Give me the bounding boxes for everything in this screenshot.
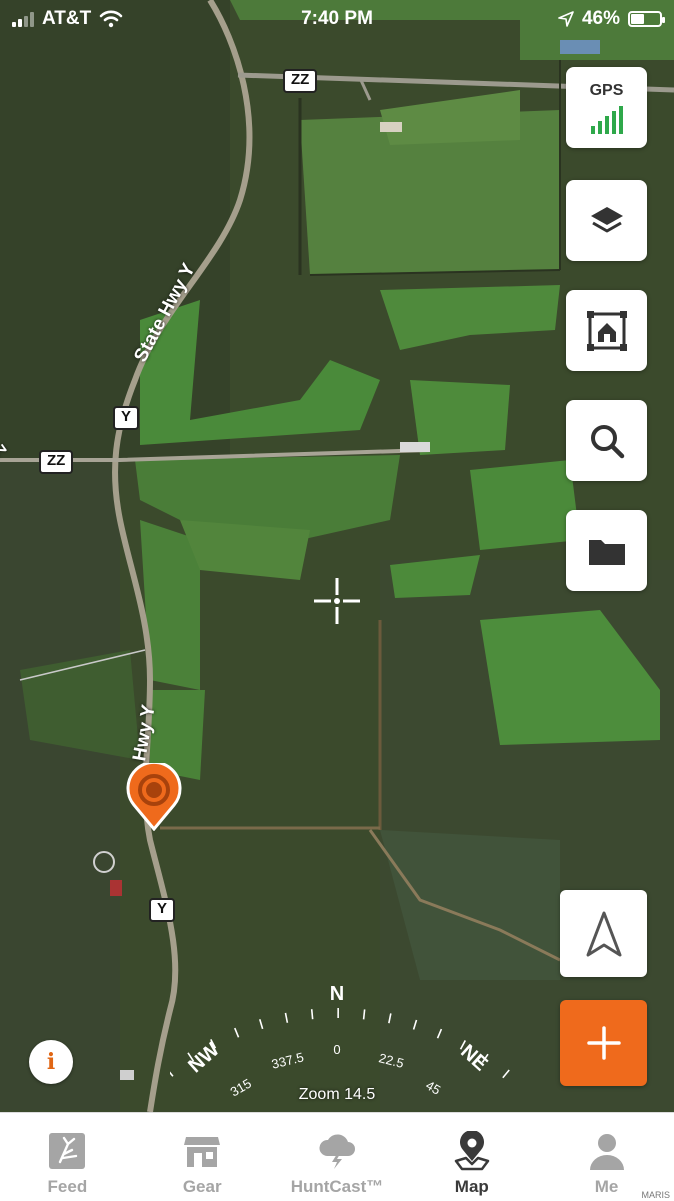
imagery-credit: MARIS [641,1190,670,1200]
status-bar: AT&T 7:40 PM 46% [0,0,674,38]
compass-tick [235,1028,239,1037]
road-shield-zz: ZZ [39,450,73,474]
tab-label: Feed [48,1177,88,1197]
search-button[interactable] [566,400,647,481]
layers-button[interactable] [566,180,647,261]
tab-bar: Feed Gear HuntCast™ [0,1112,674,1201]
compass-tick [438,1029,442,1038]
compass-nw: NW [184,1039,224,1078]
compass-degree-0: 0 [333,1042,340,1057]
property-boundary-icon [585,309,629,353]
gps-label: GPS [590,82,624,100]
battery-icon [628,11,662,27]
gps-signal-icon [591,104,623,134]
compass-degree-337: 337.5 [270,1049,305,1071]
tab-me[interactable]: Me [539,1113,674,1201]
tab-feed[interactable]: Feed [0,1113,135,1201]
compass-tick [285,1013,287,1023]
location-arrow-icon [558,11,574,27]
info-button[interactable]: i [29,1040,73,1084]
tab-map[interactable]: Map [404,1113,539,1201]
map-center-crosshair [314,578,360,624]
road-shield-zz: ZZ [283,69,317,93]
layers-icon [587,203,627,239]
compass-tick [260,1019,263,1029]
compass-tick [364,1009,365,1019]
navigation-arrow-icon [584,909,624,959]
road-shield-y: Y [149,898,175,922]
tab-label: Me [595,1177,619,1197]
tab-label: Map [455,1177,489,1197]
location-pin-icon[interactable] [126,763,182,831]
person-icon [588,1132,626,1170]
antler-icon [48,1132,86,1170]
compass-degree-22: 22.5 [377,1050,405,1071]
folder-icon [587,535,627,567]
folder-button[interactable] [566,510,647,591]
tab-label: Gear [183,1177,222,1197]
battery-percent: 46% [582,8,620,30]
road-shield-y: Y [113,406,139,430]
north-up-button[interactable] [560,890,647,977]
compass-tick [414,1020,417,1030]
tab-gear[interactable]: Gear [135,1113,270,1201]
compass-north: N [330,983,344,1005]
store-icon [182,1133,222,1169]
plus-icon [586,1025,622,1061]
compass-tick [389,1013,391,1023]
tab-label: HuntCast™ [291,1177,384,1197]
compass-tick [170,1069,173,1077]
weather-icon [317,1132,357,1170]
compass-tick [312,1009,313,1019]
add-waypoint-button[interactable] [560,1000,647,1086]
compass-tick [503,1070,509,1078]
zoom-level: Zoom 14.5 [0,1086,674,1104]
tab-huntcast[interactable]: HuntCast™ [270,1113,405,1201]
search-icon [587,421,627,461]
home-area-button[interactable] [566,290,647,371]
map-pin-icon [452,1131,492,1171]
gps-status-button[interactable]: GPS [566,67,647,148]
